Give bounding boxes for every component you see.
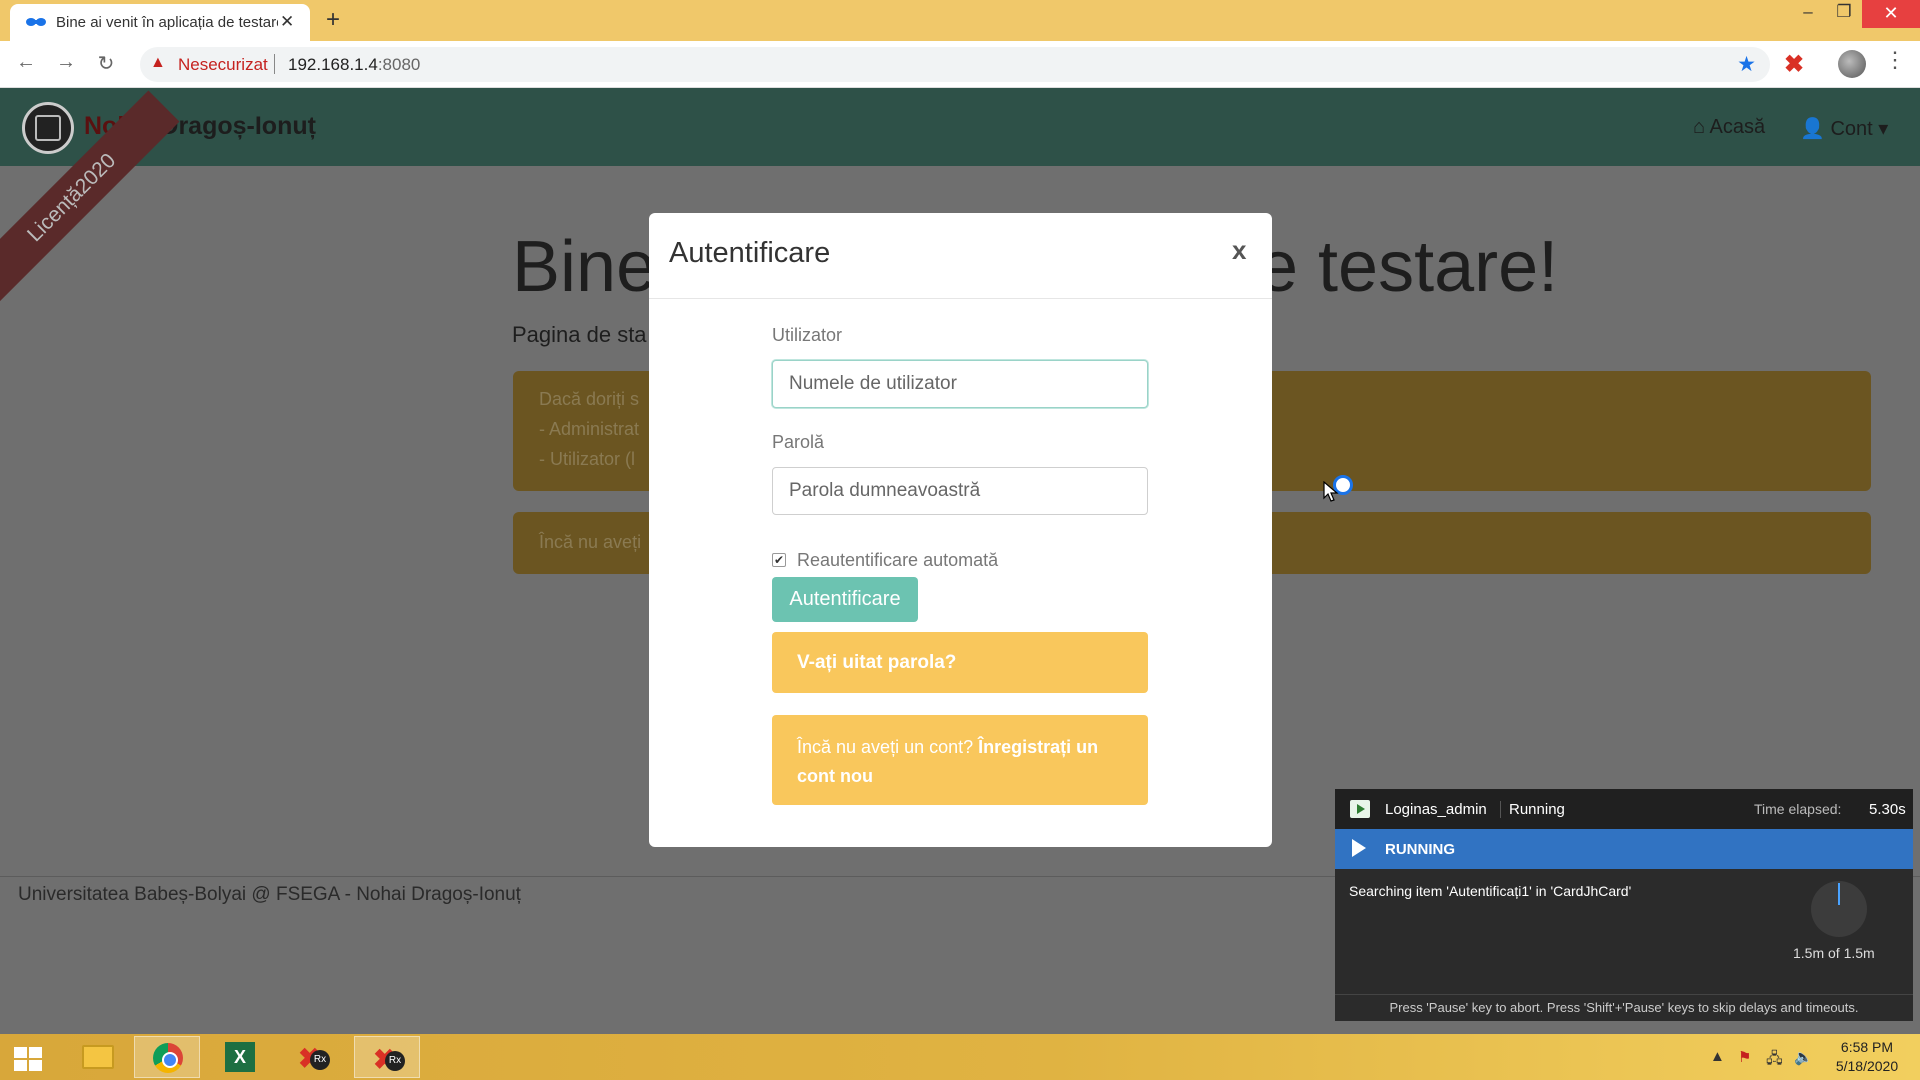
login-modal: Autentificare x Utilizator Parolă ✔ Reau…: [649, 213, 1272, 847]
tab-title: Bine ai venit în aplicația de testare: [56, 14, 278, 31]
gauge-needle: [1838, 883, 1840, 905]
runner-timeout: 1.5m of 1.5m: [1793, 945, 1875, 961]
window-close-icon[interactable]: ✕: [1862, 0, 1920, 28]
alert-line: - Administrat: [539, 419, 640, 439]
password-label: Parolă: [772, 432, 825, 452]
nav-account-dropdown[interactable]: 👤 Cont ▾: [1800, 116, 1888, 141]
alert-line: Dacă doriți s: [539, 389, 640, 409]
browser-toolbar: ← → ↻ ▲ Nesecurizat 192.168.1.4:8080 ★ ✖…: [0, 41, 1920, 88]
taskbar-explorer[interactable]: [64, 1036, 130, 1078]
ranorex-runner-icon: ✖Rx: [373, 1043, 405, 1075]
url-port: :8080: [377, 55, 421, 74]
register-card[interactable]: Încă nu aveți un cont? Înregistrați un c…: [772, 715, 1148, 805]
caret-down-icon: ▾: [1878, 118, 1889, 140]
windows-taskbar: X ✖Rx ✖Rx ▲ ⚑ 🖧 🔈 6:58 PM 5/18/2020: [0, 1034, 1920, 1080]
username-input[interactable]: [772, 360, 1148, 408]
taskbar-ranorex[interactable]: ✖Rx: [280, 1036, 346, 1078]
network-icon[interactable]: 🖧: [1766, 1048, 1783, 1073]
brand-last-name: Dragoș-Ionuț: [153, 112, 316, 140]
timeout-gauge: [1811, 881, 1867, 937]
url-host: 192.168.1.4: [288, 55, 378, 74]
hero-subtitle: Pagina de sta: [512, 322, 647, 347]
tab-close-icon[interactable]: ✕: [280, 12, 294, 32]
logo-pane: [29, 1060, 42, 1071]
folder-icon: [82, 1045, 114, 1069]
tab-favicon-icon: [26, 18, 46, 26]
nav-home-link[interactable]: ⌂ Acasă: [1693, 116, 1765, 139]
browser-menu-icon[interactable]: ⋮: [1884, 47, 1906, 73]
runner-message: Searching item 'Autentificați1' in 'Card…: [1349, 883, 1632, 899]
tray-ranorex-icon[interactable]: ⚑: [1738, 1048, 1751, 1066]
logo-pane: [29, 1047, 42, 1058]
taskbar-chrome[interactable]: [134, 1036, 200, 1078]
alert-line: - Utilizator (l: [539, 449, 636, 469]
start-button[interactable]: [0, 1036, 66, 1078]
new-tab-icon[interactable]: +: [326, 6, 340, 34]
test-runner-panel: Loginas_admin Running Time elapsed: 5.30…: [1335, 789, 1913, 1021]
windows-logo-icon: [14, 1047, 44, 1071]
ranorex-icon: ✖Rx: [298, 1042, 330, 1074]
runner-test-name: Loginas_admin: [1385, 801, 1487, 818]
hero-title-right: e testare!: [1258, 227, 1559, 307]
modal-close-button[interactable]: x: [1232, 235, 1246, 266]
reload-icon[interactable]: ↻: [92, 51, 120, 76]
remember-label[interactable]: Reautentificare automată: [797, 550, 998, 571]
volume-icon[interactable]: 🔈: [1794, 1048, 1813, 1066]
address-bar[interactable]: ▲ Nesecurizat 192.168.1.4:8080 ★: [140, 47, 1770, 82]
minimize-icon[interactable]: –: [1790, 2, 1826, 22]
browser-tabstrip: Bine ai venit în aplicația de testare ✕ …: [0, 0, 1920, 41]
university-logo: [22, 102, 74, 154]
runner-state: Running: [1500, 801, 1565, 818]
bookmark-star-icon[interactable]: ★: [1737, 52, 1756, 77]
user-icon: 👤: [1800, 118, 1825, 140]
footer-text: Universitatea Babeș-Bolyai @ FSEGA - Noh…: [18, 884, 521, 905]
url-text[interactable]: 192.168.1.4:8080: [288, 55, 420, 75]
taskbar-excel[interactable]: X: [207, 1036, 273, 1078]
ranorex-extension-icon[interactable]: ✖: [1784, 50, 1804, 79]
runner-footer-hint: Press 'Pause' key to abort. Press 'Shift…: [1335, 994, 1913, 1021]
login-button[interactable]: Autentificare: [772, 577, 918, 622]
restore-icon[interactable]: ❐: [1826, 2, 1862, 22]
username-label: Utilizator: [772, 325, 843, 345]
modal-title: Autentificare: [669, 237, 831, 269]
logo-emblem: [35, 115, 61, 141]
chrome-icon: [153, 1043, 183, 1073]
site-navbar: Nohai Dragoș-Ionuț ⌂ Acasă 👤 Cont ▾: [0, 88, 1920, 166]
modal-header: Autentificare x: [649, 213, 1272, 299]
clock-date: 5/18/2020: [1835, 1058, 1899, 1074]
logo-pane: [14, 1047, 27, 1058]
register-prefix: Încă nu aveți un cont?: [797, 737, 974, 757]
runner-status-bar: RUNNING: [1335, 829, 1913, 869]
forgot-password-button[interactable]: V-ați uitat parola?: [772, 632, 1148, 693]
excel-icon: X: [225, 1042, 255, 1072]
security-label[interactable]: Nesecurizat: [178, 55, 268, 75]
nav-account-label: Cont: [1830, 118, 1873, 140]
test-suite-icon: [1350, 800, 1370, 818]
logo-pane: [14, 1060, 27, 1071]
taskbar-clock[interactable]: 6:58 PM 5/18/2020: [1820, 1038, 1914, 1076]
nav-home-label: Acasă: [1709, 116, 1766, 138]
runner-elapsed-label: Time elapsed:: [1754, 801, 1842, 817]
runner-elapsed-value: 5.30s: [1869, 801, 1906, 818]
hero-title-left: Bine: [512, 227, 657, 307]
play-icon: [1352, 839, 1366, 857]
password-input[interactable]: [772, 467, 1148, 515]
mouse-cursor-icon: [1323, 481, 1339, 502]
warning-icon: ▲: [150, 54, 166, 71]
forward-icon[interactable]: →: [52, 51, 80, 74]
remember-checkbox[interactable]: ✔: [772, 553, 786, 567]
profile-avatar[interactable]: [1838, 50, 1866, 78]
tray-expand-icon[interactable]: ▲: [1710, 1048, 1725, 1065]
taskbar-ranorex-runner[interactable]: ✖Rx: [354, 1036, 420, 1078]
home-icon: ⌂: [1693, 116, 1706, 138]
clock-time: 6:58 PM: [1840, 1039, 1894, 1055]
address-separator: [274, 54, 275, 74]
browser-tab[interactable]: Bine ai venit în aplicația de testare ✕: [10, 4, 310, 41]
runner-header: Loginas_admin Running Time elapsed: 5.30…: [1335, 789, 1913, 829]
alert-register-text: Încă nu aveți: [539, 532, 642, 552]
back-icon[interactable]: ←: [12, 51, 40, 74]
runner-status: RUNNING: [1385, 841, 1455, 858]
